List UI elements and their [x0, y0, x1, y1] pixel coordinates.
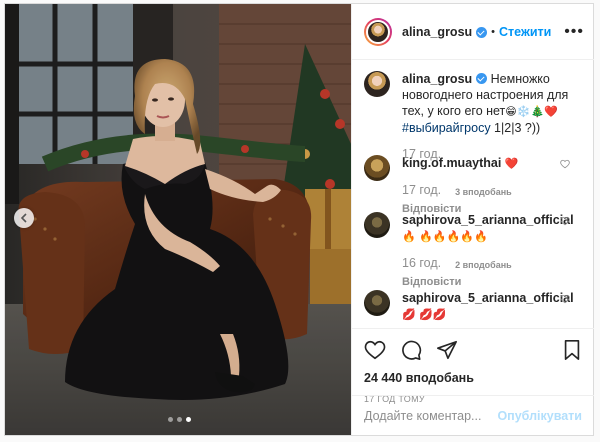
comment-meta: 16 год. 2 вподобань [402, 255, 576, 273]
comment-username[interactable]: saphirova_5_arianna_official [402, 291, 574, 305]
caption-tail: 1|2|3 ?)) [490, 121, 541, 135]
post-photo[interactable] [5, 4, 351, 435]
carousel-dot [168, 417, 173, 422]
comment-meta: 17 год. 3 вподобань [402, 182, 576, 200]
share-paper-plane-icon[interactable] [436, 339, 458, 361]
post-sidebar: alina_grosu • Стежити ••• alina_grosu Не… [351, 4, 594, 435]
like-comment-icon[interactable] [560, 294, 570, 304]
caption-hashtag[interactable]: #выбирайгросу [402, 121, 491, 135]
comment-likes[interactable]: 3 вподобань [455, 184, 512, 200]
comment-input[interactable]: Додайте коментар... [364, 409, 481, 423]
more-options-icon[interactable]: ••• [564, 23, 584, 39]
comments-list[interactable]: alina_grosu Немножко новогоднего настрое… [352, 61, 594, 327]
comment-body: saphirova_5_arianna_official 💋 💋💋 [402, 290, 576, 323]
publish-comment-button[interactable]: Опублікувати [497, 409, 582, 423]
commenter-avatar[interactable] [364, 155, 390, 181]
caption-body: alina_grosu Немножко новогоднего настрое… [402, 71, 576, 161]
follow-button[interactable]: Стежити [499, 25, 551, 39]
photo-illustration [5, 4, 351, 435]
add-comment-bar: Додайте коментар... Опублікувати [352, 395, 594, 435]
comment-body: saphirova_5_arianna_official 🔥 🔥🔥🔥🔥🔥 16 … [402, 212, 576, 290]
comment-text: 💋 💋💋 [402, 308, 447, 321]
post-card: alina_grosu • Стежити ••• alina_grosu Не… [4, 3, 594, 436]
commenter-avatar[interactable] [364, 290, 390, 316]
comment-bubble-icon[interactable] [400, 339, 422, 361]
caption: alina_grosu Немножко новогоднего настрое… [364, 71, 582, 161]
author-avatar[interactable] [364, 71, 390, 97]
commenter-avatar[interactable] [364, 212, 390, 238]
comment-text: 🔥 🔥🔥🔥🔥🔥 [402, 230, 488, 243]
comment-username[interactable]: king.of.muaythai [402, 156, 501, 170]
verified-badge-icon [476, 27, 488, 38]
carousel-prev-button[interactable] [14, 208, 34, 228]
comment-time[interactable]: 16 год. [402, 255, 441, 273]
author-avatar[interactable] [364, 17, 392, 46]
like-comment-icon[interactable] [560, 159, 570, 169]
carousel-dots [168, 417, 191, 422]
comment-row: saphirova_5_arianna_official 💋 💋💋 [364, 290, 582, 323]
comment-username[interactable]: saphirova_5_arianna_official [402, 213, 574, 227]
caption-username[interactable]: alina_grosu [402, 72, 472, 86]
carousel-dot-active [186, 417, 191, 422]
comment-row: king.of.muaythai ❤️ 17 год. 3 вподобань … [364, 155, 582, 215]
post-header: alina_grosu • Стежити ••• [352, 4, 594, 60]
bookmark-icon[interactable] [562, 339, 582, 361]
like-comment-icon[interactable] [560, 216, 570, 226]
verified-badge-icon [476, 73, 488, 84]
separator-dot: • [491, 25, 496, 38]
comment-body: king.of.muaythai ❤️ 17 год. 3 вподобань … [402, 155, 576, 215]
like-heart-icon[interactable] [364, 339, 386, 361]
comment-row: saphirova_5_arianna_official 🔥 🔥🔥🔥🔥🔥 16 … [364, 212, 582, 290]
comment-text: ❤️ [504, 157, 519, 170]
likes-count[interactable]: 24 440 вподобань [364, 371, 582, 385]
comment-time[interactable]: 17 год. [402, 182, 441, 200]
author-username[interactable]: alina_grosu [402, 25, 472, 39]
carousel-dot [177, 417, 182, 422]
reply-button[interactable]: Відповісти [402, 274, 576, 290]
caption-emoji: 😁❄️🎄❤️ [505, 105, 558, 118]
post-actions: 24 440 вподобань 17 год тому [352, 328, 594, 404]
action-icons [364, 337, 582, 363]
comment-likes[interactable]: 2 вподобань [455, 257, 512, 273]
chevron-left-icon [20, 213, 27, 223]
